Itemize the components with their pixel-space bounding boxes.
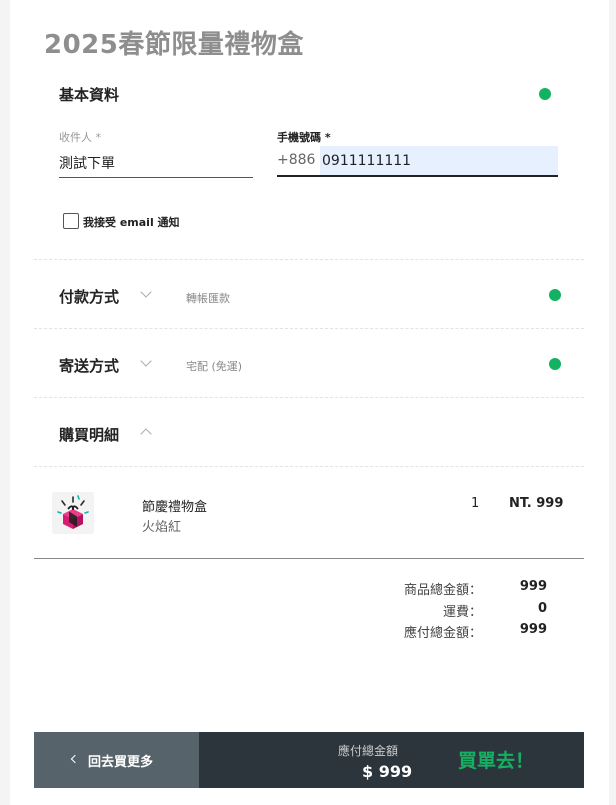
- gift-box-icon: [52, 492, 94, 534]
- email-opt-in-label[interactable]: 我接受 email 通知: [83, 214, 180, 230]
- section-divider: [34, 397, 584, 398]
- subtotal-value: 999: [519, 579, 547, 594]
- shipping-fee-value: 0: [537, 601, 547, 616]
- chevron-down-icon[interactable]: [140, 286, 152, 298]
- phone-label: 手機號碼 *: [277, 131, 331, 144]
- section-divider: [34, 328, 584, 329]
- email-opt-in-checkbox[interactable]: [63, 213, 79, 229]
- page-title: 2025春節限量禮物盒: [44, 30, 304, 60]
- subtotal-label: 商品總金額：: [403, 583, 482, 598]
- payment-method-toggle[interactable]: 付款方式: [59, 286, 119, 307]
- footer-total-label: 應付總金額: [338, 744, 399, 758]
- back-to-shop-label: 回去買更多: [88, 755, 154, 770]
- shipping-method-toggle[interactable]: 寄送方式: [59, 355, 119, 376]
- shipping-selected: 宅配 (免運): [186, 360, 243, 373]
- back-to-shop-button[interactable]: 回去買更多: [34, 732, 199, 788]
- payment-status-dot: [549, 289, 561, 301]
- shipping-status-dot: [549, 358, 561, 370]
- checkout-page: 2025春節限量禮物盒 基本資料 收件人 * 手機號碼 * +886 我接受 e…: [10, 0, 609, 805]
- recipient-label: 收件人 *: [59, 131, 101, 144]
- purchase-details-toggle[interactable]: 購買明細: [59, 424, 119, 445]
- checkout-footer-bar: 回去買更多 應付總金額 $ 999 買單去！: [34, 732, 584, 788]
- basic-info-title: 基本資料: [59, 86, 120, 104]
- product-variant: 火焰紅: [142, 520, 182, 535]
- chevron-up-icon[interactable]: [140, 428, 152, 440]
- shipping-fee-label: 運費：: [442, 605, 482, 620]
- product-quantity: 1: [471, 496, 480, 511]
- basic-info-status-dot: [539, 88, 551, 100]
- section-divider: [34, 259, 584, 260]
- phone-prefix-underline: [277, 175, 321, 177]
- checkout-button[interactable]: 買單去！: [458, 746, 534, 773]
- section-divider: [34, 466, 584, 467]
- product-name: 節慶禮物盒: [142, 500, 208, 515]
- recipient-input[interactable]: [59, 148, 253, 178]
- total-due-value: 999: [519, 622, 547, 637]
- total-due-label: 應付總金額：: [403, 626, 482, 641]
- chevron-left-icon: [70, 754, 80, 764]
- phone-prefix: +886: [277, 152, 316, 168]
- payment-selected: 轉帳匯款: [186, 292, 230, 305]
- chevron-down-icon[interactable]: [140, 355, 152, 367]
- footer-total-value: $ 999: [362, 762, 413, 781]
- phone-input[interactable]: [320, 146, 558, 177]
- product-price: NT. 999: [509, 496, 564, 511]
- summary-divider: [34, 558, 584, 559]
